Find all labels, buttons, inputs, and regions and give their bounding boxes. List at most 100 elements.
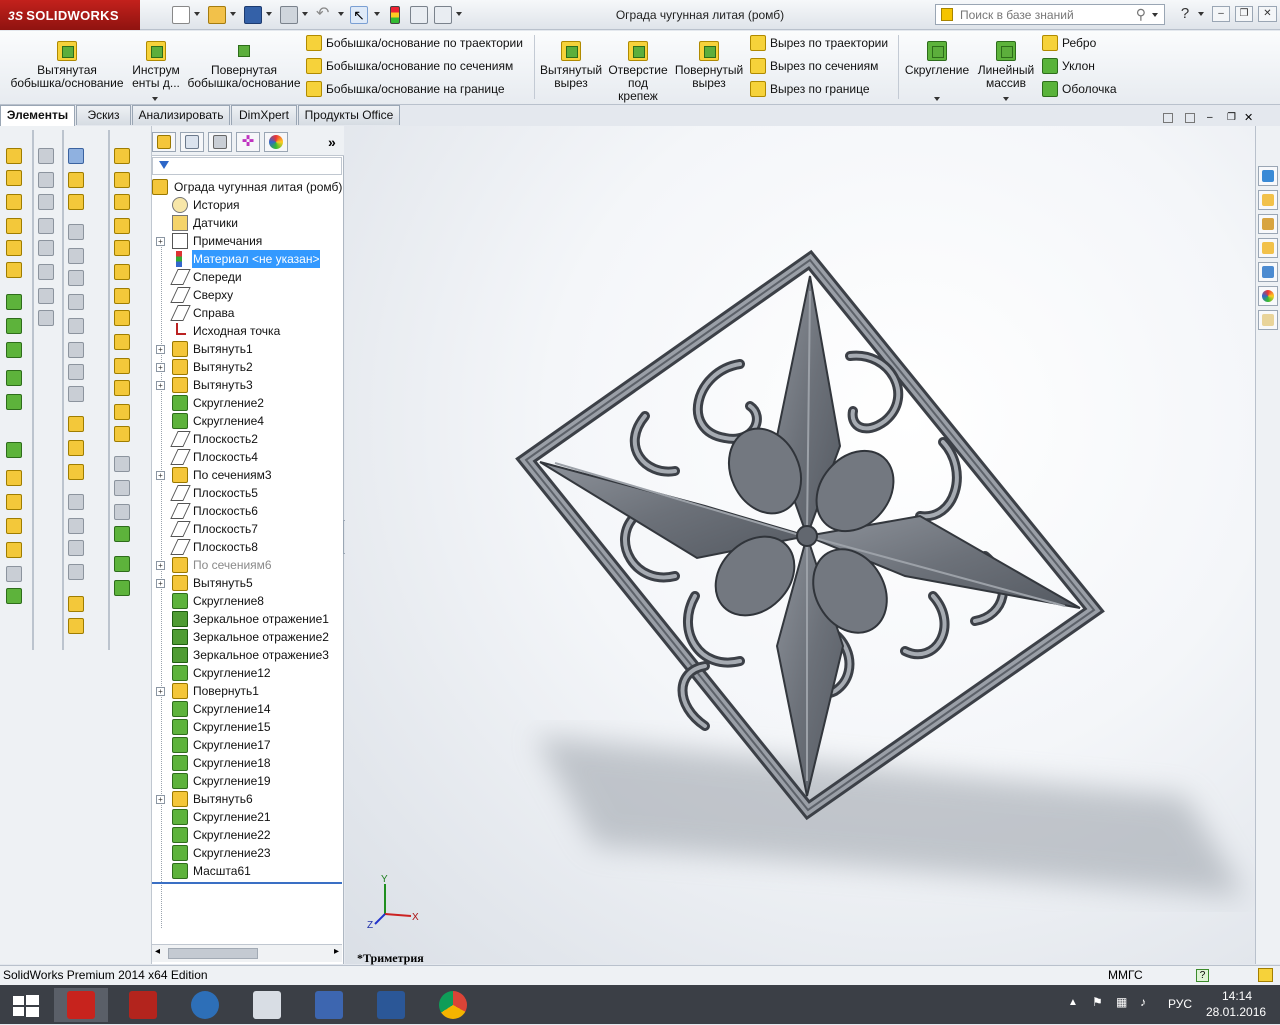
tree-item[interactable]: Справа bbox=[152, 304, 342, 322]
toolbar-tool-icon[interactable] bbox=[114, 456, 130, 472]
toolbar-tool-icon[interactable] bbox=[68, 248, 84, 264]
tree-item[interactable]: Скругление22 bbox=[152, 826, 342, 844]
tree-item[interactable]: Скругление8 bbox=[152, 592, 342, 610]
toolbar-tool-icon[interactable] bbox=[68, 518, 84, 534]
tree-item[interactable]: + Вытянуть3 bbox=[152, 376, 342, 394]
tree-item[interactable]: + Вытянуть1 bbox=[152, 340, 342, 358]
print-icon[interactable] bbox=[280, 6, 298, 24]
model-view[interactable]: Y X Z bbox=[345, 126, 1255, 964]
toolbar-tool-icon[interactable] bbox=[114, 240, 130, 256]
toolbar-tool-icon[interactable] bbox=[6, 494, 22, 510]
expand-panel-icon[interactable]: » bbox=[328, 134, 336, 150]
tray-network-icon[interactable]: ▦ bbox=[1116, 995, 1127, 1009]
toolbar-tool-icon[interactable] bbox=[68, 386, 84, 402]
new-document-icon[interactable] bbox=[172, 6, 190, 24]
tab-sketch[interactable]: Эскиз bbox=[76, 105, 131, 125]
taskbar-chrome[interactable] bbox=[426, 988, 480, 1022]
toolbar-tool-icon[interactable] bbox=[6, 394, 22, 410]
toolbar-tool-icon[interactable] bbox=[114, 358, 130, 374]
lofted-boss-button[interactable]: Бобышка/основание по сечениям bbox=[304, 57, 513, 75]
toolbar-tool-icon[interactable] bbox=[38, 148, 54, 164]
taskbar-solidworks[interactable] bbox=[54, 988, 108, 1022]
tree-item[interactable]: Скругление12 bbox=[152, 664, 342, 682]
toolbar-tool-icon[interactable] bbox=[114, 426, 130, 442]
toolbar-tool-icon[interactable] bbox=[6, 370, 22, 386]
draft-button[interactable]: Уклон bbox=[1040, 57, 1095, 75]
tree-item[interactable]: Зеркальное отражение1 bbox=[152, 610, 342, 628]
boundary-boss-button[interactable]: Бобышка/основание на границе bbox=[304, 80, 505, 98]
toolbar-tool-icon[interactable] bbox=[68, 540, 84, 556]
units-selector[interactable]: ММГС bbox=[1108, 966, 1143, 985]
toolbar-tool-icon[interactable] bbox=[68, 464, 84, 480]
toolbar-tool-icon[interactable] bbox=[68, 318, 84, 334]
tree-item[interactable]: Скругление17 bbox=[152, 736, 342, 754]
tree-item[interactable]: Зеркальное отражение2 bbox=[152, 628, 342, 646]
tree-item[interactable]: + Примечания bbox=[152, 232, 342, 250]
expand-toggle-icon[interactable]: + bbox=[156, 795, 165, 804]
scrollbar-thumb[interactable] bbox=[168, 948, 258, 959]
toolbar-tool-icon[interactable] bbox=[68, 270, 84, 286]
toolbar-tool-icon[interactable] bbox=[114, 556, 130, 572]
taskbar-save-app[interactable] bbox=[302, 988, 356, 1022]
viewport-tile-icon[interactable] bbox=[1185, 113, 1195, 123]
toolbar-tool-icon[interactable] bbox=[68, 294, 84, 310]
tree-item[interactable]: Зеркальное отражение3 bbox=[152, 646, 342, 664]
shell-button[interactable]: Оболочка bbox=[1040, 80, 1117, 98]
tree-item[interactable]: Плоскость5 bbox=[152, 484, 342, 502]
toolbar-tool-icon[interactable] bbox=[38, 194, 54, 210]
help-icon[interactable]: ? bbox=[1176, 6, 1194, 24]
tree-horizontal-scrollbar[interactable]: ◂ ▸ bbox=[152, 944, 342, 962]
toolbar-tool-icon[interactable] bbox=[114, 288, 130, 304]
options-icon[interactable] bbox=[434, 6, 452, 24]
expand-toggle-icon[interactable]: + bbox=[156, 687, 165, 696]
tree-item[interactable]: Плоскость4 bbox=[152, 448, 342, 466]
toolbar-tool-icon[interactable] bbox=[68, 494, 84, 510]
chevron-down-icon[interactable] bbox=[230, 12, 236, 16]
viewport-close-icon[interactable]: ✕ bbox=[1244, 111, 1253, 124]
tab-configuration-manager[interactable] bbox=[208, 132, 232, 152]
tree-root-part[interactable]: Ограда чугунная литая (ромб) bbox=[152, 178, 342, 196]
toolbar-tool-icon[interactable] bbox=[6, 566, 22, 582]
viewport-minimize-icon[interactable]: – bbox=[1207, 113, 1213, 123]
tree-filter[interactable] bbox=[152, 157, 342, 175]
tab-features[interactable]: Элементы bbox=[0, 105, 75, 126]
search-icon[interactable]: ⚲ bbox=[1136, 6, 1146, 23]
toolbar-tool-icon[interactable] bbox=[6, 240, 22, 256]
toolbar-tool-icon[interactable] bbox=[68, 596, 84, 612]
tab-feature-tree[interactable] bbox=[152, 132, 176, 152]
viewport-restore-icon[interactable]: ❐ bbox=[1227, 112, 1236, 123]
toolbar-tool-icon[interactable] bbox=[38, 240, 54, 256]
toolbar-tool-icon[interactable] bbox=[6, 148, 22, 164]
chevron-down-icon[interactable] bbox=[1152, 13, 1158, 17]
toolbar-tool-icon[interactable] bbox=[6, 518, 22, 534]
toolbar-tool-icon[interactable] bbox=[38, 218, 54, 234]
tree-item[interactable]: Исходная точка bbox=[152, 322, 342, 340]
tab-office-products[interactable]: Продукты Office bbox=[298, 105, 400, 125]
tree-item[interactable]: Материал <не указан> bbox=[152, 250, 342, 268]
toolbar-tool-icon[interactable] bbox=[68, 224, 84, 240]
tab-property-manager[interactable] bbox=[180, 132, 204, 152]
taskbar-calculator[interactable] bbox=[240, 988, 294, 1022]
tree-item[interactable]: Скругление18 bbox=[152, 754, 342, 772]
rib-button[interactable]: Ребро bbox=[1040, 34, 1096, 52]
tree-item[interactable]: Сверху bbox=[152, 286, 342, 304]
expand-toggle-icon[interactable]: + bbox=[156, 237, 165, 246]
tree-item[interactable]: Масшта61 bbox=[152, 862, 342, 880]
tree-item[interactable]: + Вытянуть2 bbox=[152, 358, 342, 376]
toolbar-tool-icon[interactable] bbox=[114, 172, 130, 188]
tab-dimxpert[interactable]: DimXpert bbox=[231, 105, 297, 125]
expand-toggle-icon[interactable]: + bbox=[156, 471, 165, 480]
toolbar-tool-icon[interactable] bbox=[114, 310, 130, 326]
task-pane-file-explorer-button[interactable] bbox=[1258, 238, 1278, 258]
close-button[interactable]: ✕ bbox=[1258, 6, 1277, 22]
instant-tools-button[interactable]: Инструм енты д... bbox=[128, 39, 184, 101]
scroll-left-icon[interactable]: ◂ bbox=[155, 946, 160, 957]
boundary-cut-button[interactable]: Вырез по границе bbox=[748, 80, 870, 98]
rebuild-traffic-light-icon[interactable] bbox=[390, 6, 400, 24]
toolbar-tool-icon[interactable] bbox=[68, 416, 84, 432]
toolbar-tool-icon[interactable] bbox=[68, 440, 84, 456]
revolved-boss-button[interactable]: Повернутая бобышка/основание bbox=[186, 39, 302, 90]
tray-volume-icon[interactable]: ♪ bbox=[1140, 995, 1146, 1009]
tree-item[interactable]: Спереди bbox=[152, 268, 342, 286]
toolbar-tool-icon[interactable] bbox=[114, 218, 130, 234]
